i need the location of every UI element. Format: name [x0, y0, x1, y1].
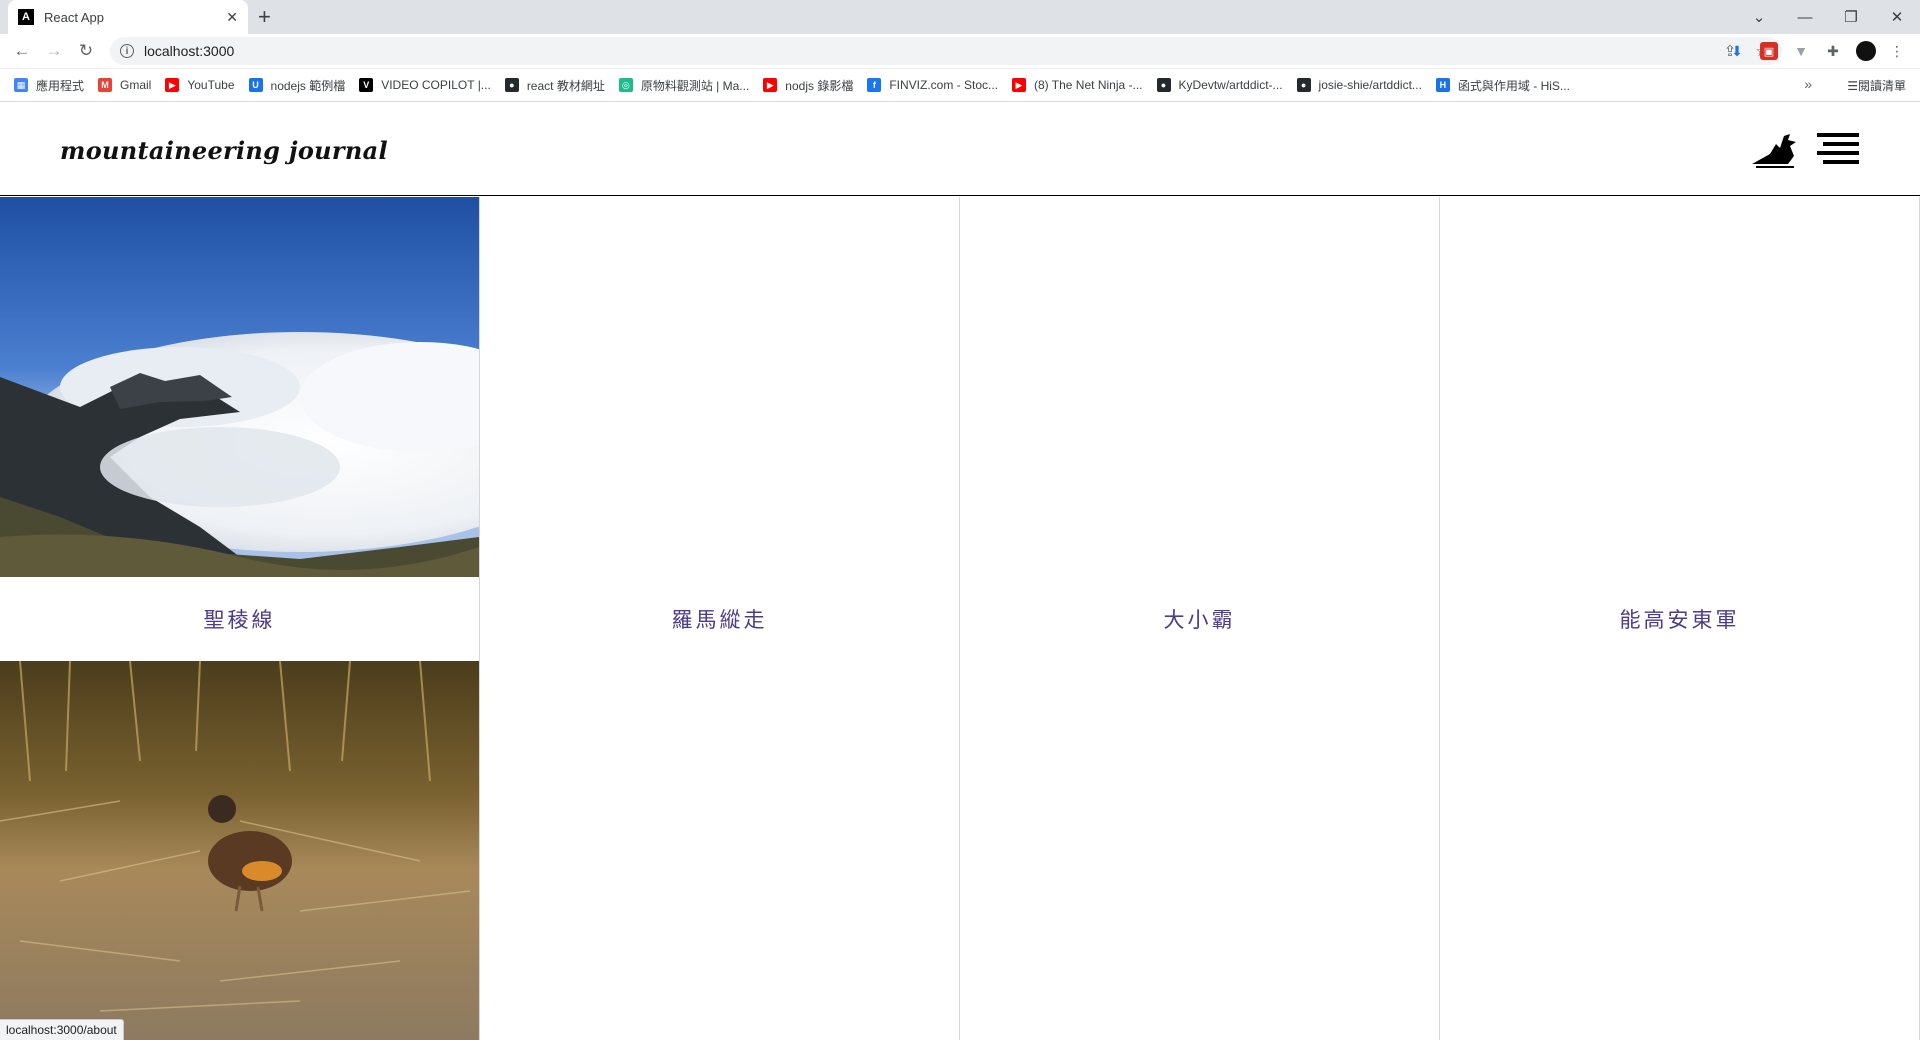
hamburger-menu-icon[interactable] — [1817, 130, 1859, 166]
bookmark-label: YouTube — [187, 78, 235, 92]
reading-list-label: 閱讀清單 — [1857, 79, 1906, 93]
site-logo-text[interactable]: mountaineering journal — [60, 136, 388, 165]
bookmark-item[interactable]: ● josie-shie/artddict... — [1296, 78, 1422, 92]
facebook-icon: f — [867, 78, 882, 92]
bookmark-label: FINVIZ.com - Stoc... — [889, 78, 999, 92]
bookmark-item[interactable]: ▦ 應用程式 — [14, 77, 84, 94]
bookmark-item[interactable]: ▶ nodjs 錄影檔 — [763, 77, 853, 94]
mountaineer-logo-icon[interactable] — [1750, 130, 1798, 170]
tab-close-icon[interactable]: ✕ — [226, 9, 238, 26]
address-url[interactable]: localhost:3000 — [144, 43, 1718, 59]
journal-card[interactable]: 能高安東軍 — [1440, 197, 1920, 1040]
vue-extension-icon[interactable]: ▼ — [1792, 42, 1810, 60]
new-tab-button[interactable]: + — [258, 4, 271, 30]
site-info-icon[interactable]: i — [120, 44, 134, 58]
bookmark-label: (8) The Net Ninja -... — [1034, 78, 1143, 92]
back-button[interactable]: ← — [10, 39, 34, 63]
youtube-icon: ▶ — [1012, 78, 1027, 92]
bookmark-label: 應用程式 — [36, 78, 85, 93]
bookmark-item[interactable]: Unodejs 範例檔 — [248, 77, 346, 94]
ma-icon: ◎ — [618, 78, 633, 92]
bookmark-item[interactable]: ◎ 原物料觀測站 | Ma... — [618, 77, 750, 94]
browser-tab[interactable]: A React App ✕ — [8, 0, 248, 34]
close-window-button[interactable]: ✕ — [1874, 0, 1920, 34]
tab-search-chevron-icon[interactable]: ⌄ — [1736, 0, 1782, 34]
browser-menu-icon[interactable]: ⋮ — [1888, 42, 1906, 60]
v-logo-icon: V — [359, 78, 374, 92]
youtube-icon: ▶ — [165, 78, 180, 92]
h-icon: H — [1435, 78, 1450, 92]
bookmark-item[interactable]: ● react 教材網址 — [504, 77, 605, 94]
card-title[interactable]: 聖稜線 — [0, 577, 479, 661]
bookmark-label: 原物料觀測站 | Ma... — [640, 78, 750, 93]
link-status-bubble: localhost:3000/about — [0, 1019, 124, 1040]
bookmark-label: nodjs 錄影檔 — [785, 78, 854, 93]
minimize-button[interactable]: — — [1782, 0, 1828, 34]
github-icon: ● — [504, 78, 519, 92]
card-title[interactable]: 能高安東軍 — [1440, 577, 1919, 661]
bookmark-label: Gmail — [120, 78, 152, 92]
bookmark-item[interactable]: ▶ YouTube — [165, 78, 235, 92]
journal-card[interactable]: 大小霸 — [960, 197, 1440, 1040]
reload-button[interactable]: ↻ — [74, 39, 98, 63]
u-icon: U — [248, 78, 263, 92]
sea-of-clouds-photo[interactable] — [0, 197, 479, 577]
bookmark-item[interactable]: ▶ (8) The Net Ninja -... — [1012, 78, 1143, 92]
pdf-extension-icon[interactable]: ▣ — [1760, 42, 1778, 60]
address-bar[interactable]: i localhost:3000 ⇪ ☆ — [110, 37, 1782, 65]
download-extension-icon[interactable]: ⬇ — [1728, 42, 1746, 60]
journal-card[interactable]: 羅馬縱走 — [480, 197, 960, 1040]
youtube-icon: ▶ — [763, 78, 778, 92]
profile-avatar[interactable] — [1856, 41, 1876, 61]
bookmark-label: josie-shie/artddict... — [1318, 78, 1422, 92]
bookmark-label: 函式與作用域 - HiS... — [1457, 78, 1570, 93]
bookmark-item[interactable]: V VIDEO COPILOT |... — [359, 78, 491, 92]
bookmark-item[interactable]: M Gmail — [98, 78, 151, 92]
bookmarks-bar: ▦ 應用程式 M Gmail ▶ YouTube Unodejs 範例檔 V VIDEO COP… — [0, 69, 1920, 102]
gmail-icon: M — [98, 78, 113, 92]
card-title[interactable]: 大小霸 — [960, 577, 1439, 661]
github-icon: ● — [1296, 78, 1311, 92]
reading-list-icon: ☰ — [1847, 78, 1858, 93]
bookmark-item[interactable]: f FINVIZ.com - Stoc... — [867, 78, 998, 92]
more-bookmarks-chevron-icon[interactable]: » — [1804, 76, 1812, 92]
tab-title: React App — [44, 9, 104, 25]
journal-grid: 聖稜線 羅馬縱走 大小霸 能高安東軍 — [0, 197, 1920, 1040]
journal-card[interactable]: 聖稜線 — [0, 197, 480, 1040]
github-icon: ● — [1156, 78, 1171, 92]
bookmark-label: nodejs 範例檔 — [270, 78, 346, 93]
card-title[interactable]: 羅馬縱走 — [480, 577, 959, 661]
bookmark-item[interactable]: H 函式與作用域 - HiS... — [1435, 77, 1570, 94]
reading-list-button[interactable]: ☰ 閱讀清單 — [1847, 77, 1906, 94]
react-app-favicon-icon: A — [18, 9, 34, 25]
bookmark-label: KyDevtw/artddict-... — [1178, 78, 1283, 92]
bookmark-label: VIDEO COPILOT |... — [381, 78, 491, 92]
site-header: mountaineering journal — [0, 102, 1920, 196]
apps-grid-icon: ▦ — [14, 78, 28, 92]
tab-strip: A React App ✕ + ⌄ — ❐ ✕ — [0, 0, 1920, 34]
forward-button[interactable]: → — [42, 39, 66, 63]
restore-button[interactable]: ❐ — [1828, 0, 1874, 34]
extensions-puzzle-icon[interactable]: ✚ — [1824, 42, 1842, 60]
bird-on-straw-photo[interactable] — [0, 661, 479, 1040]
bookmark-label: react 教材網址 — [526, 78, 605, 93]
bookmark-item[interactable]: ● KyDevtw/artddict-... — [1156, 78, 1283, 92]
browser-toolbar: ← → ↻ i localhost:3000 ⇪ ☆ ⬇ ▣ ▼ ✚ ⋮ — [0, 34, 1920, 69]
